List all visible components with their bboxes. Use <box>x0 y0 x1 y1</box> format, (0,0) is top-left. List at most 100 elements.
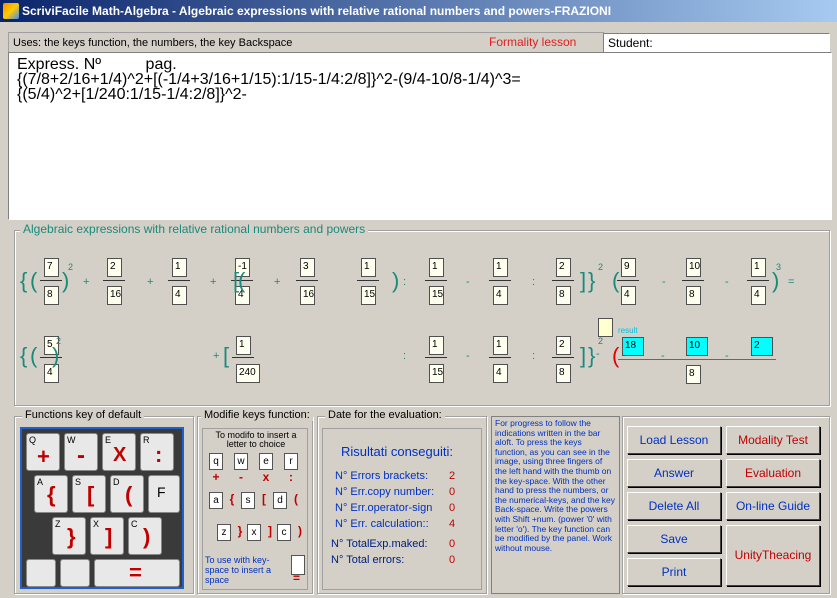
operator-sign: : <box>532 350 536 362</box>
fraction-line <box>489 357 511 358</box>
operator-sign: + <box>213 350 220 362</box>
delete-all-button[interactable]: Delete All <box>627 492 721 520</box>
fraction-line <box>168 280 190 281</box>
modify-key-field[interactable]: e <box>259 453 273 470</box>
numerator-field[interactable]: 1 <box>751 258 766 277</box>
denominator-field[interactable]: 15 <box>429 286 444 305</box>
denominator-field[interactable]: 8 <box>686 286 701 305</box>
denominator-field[interactable]: 15 <box>361 286 376 305</box>
denominator-field[interactable]: 4 <box>621 286 636 305</box>
fraction-line <box>296 280 318 281</box>
modify-key-field[interactable]: c <box>277 524 291 541</box>
denominator-field[interactable]: 4 <box>172 286 187 305</box>
modify-symbol: } <box>237 524 243 538</box>
minus-sign: - <box>596 348 600 360</box>
fraction-line <box>425 357 447 358</box>
operator-sign: : <box>403 350 407 362</box>
numerator-field[interactable]: 1 <box>493 336 508 355</box>
denominator-field[interactable]: 8 <box>556 286 571 305</box>
fraction-line <box>103 280 125 281</box>
key-r: R: <box>140 433 174 471</box>
unity-teaching-button[interactable]: UnityTheacing <box>726 525 820 586</box>
result-label: N° Err. calculation:: <box>335 518 429 530</box>
result-numerator-field[interactable]: 18 <box>622 337 644 356</box>
online-guide-button[interactable]: On-line Guide <box>726 492 820 520</box>
denominator-field[interactable]: 4 <box>751 286 766 305</box>
save-button[interactable]: Save <box>627 525 721 553</box>
denominator-field[interactable]: 16 <box>107 286 122 305</box>
numerator-field[interactable]: 9 <box>621 258 636 277</box>
bracket: { <box>20 268 28 293</box>
key-q: Q + <box>26 433 60 471</box>
modify-symbol: + <box>212 470 220 484</box>
denominator-field[interactable]: 16 <box>300 286 315 305</box>
numerator-field[interactable]: 10 <box>686 258 701 277</box>
operator-sign: - <box>661 350 665 362</box>
denominator-field[interactable]: 240 <box>236 364 260 383</box>
modify-key-field[interactable]: z <box>217 524 231 541</box>
numerator-field[interactable]: 1 <box>172 258 187 277</box>
result-numerator-field[interactable]: 2 <box>751 337 773 356</box>
key-s: S[ <box>72 475 106 513</box>
operator-sign: + <box>147 276 154 288</box>
fraction-line <box>682 280 704 281</box>
bracket: ) <box>392 268 400 293</box>
total-value: 0 <box>449 538 456 550</box>
result-numerator-field[interactable]: 10 <box>686 337 708 356</box>
modify-key-field[interactable]: w <box>234 453 248 470</box>
total-label: N° Total errors: <box>331 554 405 566</box>
numerator-field[interactable]: 2 <box>556 258 571 277</box>
denominator-field[interactable]: 15 <box>429 364 444 383</box>
numerator-field[interactable]: 2 <box>107 258 122 277</box>
operator-sign: - <box>662 276 666 288</box>
denominator-field[interactable]: 8 <box>556 364 571 383</box>
numerator-field[interactable]: 1 <box>429 336 444 355</box>
numerator-field[interactable]: 1 <box>361 258 376 277</box>
total-value: 0 <box>449 554 456 566</box>
bracket: ( <box>30 268 38 293</box>
key-win <box>26 559 56 587</box>
modify-symbol: : <box>289 470 293 484</box>
fraction-line <box>489 280 511 281</box>
bracket: { <box>20 343 28 368</box>
evaluation-button[interactable]: Evaluation <box>726 459 820 487</box>
answer-button[interactable]: Answer <box>627 459 721 487</box>
modify-key-field[interactable]: r <box>284 453 298 470</box>
modify-hint: To modifo to insert a letter to choice <box>215 430 297 449</box>
denominator-field[interactable]: 8 <box>44 286 59 305</box>
result-input-field[interactable] <box>598 318 613 337</box>
modify-panel: To modifo to insert a letter to choice q… <box>202 428 308 590</box>
modify-key-field[interactable]: x <box>247 524 261 541</box>
modality-test-button[interactable]: Modality Test <box>726 426 820 454</box>
numerator-field[interactable]: 2 <box>556 336 571 355</box>
operator-sign: + <box>210 276 217 288</box>
key-z: Z} <box>52 517 86 555</box>
denominator-field[interactable]: 4 <box>493 286 508 305</box>
modify-key-field[interactable]: d <box>273 492 287 509</box>
exponent: 2 <box>598 262 604 272</box>
numerator-field[interactable]: 1 <box>429 258 444 277</box>
modify-key-field[interactable]: s <box>241 492 255 509</box>
result-denominator-field[interactable]: 8 <box>686 365 701 384</box>
keyboard-image: Q + W- EX R: A{ S[ D( F Z} X] C) = <box>20 427 184 589</box>
modify-key-field[interactable]: q <box>209 453 223 470</box>
numerator-field[interactable]: 7 <box>44 258 59 277</box>
operator-sign: + <box>83 276 90 288</box>
key-x: X] <box>90 517 124 555</box>
result-value: 0 <box>449 486 456 498</box>
results-heading: Risultati conseguiti: <box>341 444 453 459</box>
load-lesson-button[interactable]: Load Lesson <box>627 426 721 454</box>
print-button[interactable]: Print <box>627 558 721 586</box>
functions-key-title: Functions key of default <box>22 409 145 421</box>
bracket: ( <box>612 268 620 293</box>
result-label: result <box>618 326 638 335</box>
operator-sign: - <box>466 276 470 288</box>
modify-key-field[interactable]: a <box>209 492 223 509</box>
denominator-field[interactable]: 4 <box>493 364 508 383</box>
numerator-field[interactable]: 1 <box>493 258 508 277</box>
numerator-field[interactable]: 3 <box>300 258 315 277</box>
exponent: 2 <box>56 336 62 346</box>
numerator-field[interactable]: 1 <box>236 336 251 355</box>
result-value: 0 <box>449 502 456 514</box>
bracket: ) <box>52 343 60 368</box>
